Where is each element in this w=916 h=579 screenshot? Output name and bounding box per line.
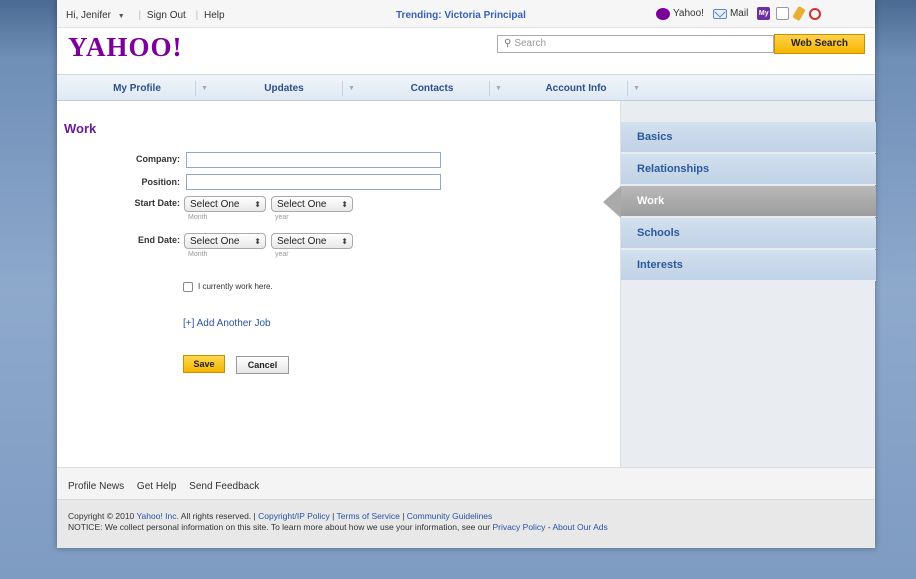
chevron-down-icon[interactable]: ▼ <box>342 81 360 96</box>
tab-updates[interactable]: Updates <box>244 75 324 102</box>
start-year-select[interactable]: Select One ⬍ <box>271 196 353 212</box>
sidebar-item-label: Work <box>637 195 665 207</box>
utility-links: Yahoo! Mail My <box>653 5 824 22</box>
sidebar-item-interests[interactable]: Interests <box>621 250 876 281</box>
year-sublabel: year <box>275 251 289 258</box>
end-date-label: End Date: <box>137 235 180 245</box>
rights-text: All rights reserved. <box>180 511 252 521</box>
sidebar-item-label: Schools <box>637 227 680 239</box>
add-another-job-link[interactable]: [+] Add Another Job <box>183 318 271 329</box>
sidebar-item-label: Interests <box>637 259 683 271</box>
profile-sections-sidebar: Basics Relationships Work Schools Intere… <box>603 101 876 467</box>
end-month-value: Select One <box>190 236 240 247</box>
mail-icon[interactable] <box>712 8 727 19</box>
notice-line: NOTICE: We collect personal information … <box>68 522 608 532</box>
get-help-link[interactable]: Get Help <box>137 481 176 492</box>
sidebar-item-basics[interactable]: Basics <box>621 122 876 153</box>
yahoo-profile-page: Hi, Jenifer ▼ | Sign Out | Help Trending… <box>57 0 876 548</box>
yahoo-home-link[interactable]: Yahoo! <box>673 8 704 19</box>
select-arrow-icon: ⬍ <box>254 200 261 209</box>
company-label: Company: <box>135 154 180 164</box>
position-field[interactable] <box>186 174 441 190</box>
pencil-icon[interactable] <box>792 5 807 22</box>
active-pointer-icon <box>603 186 621 218</box>
company-field[interactable] <box>186 152 441 168</box>
year-sublabel: year <box>275 214 289 221</box>
end-year-value: Select One <box>277 236 327 247</box>
start-month-select[interactable]: Select One ⬍ <box>184 196 266 212</box>
sidebar-item-label: Relationships <box>637 163 710 175</box>
search-input[interactable]: ⚲ Search <box>497 35 774 53</box>
terms-link[interactable]: Terms of Service <box>337 511 400 521</box>
month-sublabel: Month <box>188 214 208 221</box>
page-title: Work <box>64 121 97 136</box>
yahoo-icon[interactable] <box>656 7 670 20</box>
guidelines-link[interactable]: Community Guidelines <box>407 511 493 521</box>
current-job-label: I currently work here. <box>198 282 273 291</box>
sidebar-item-relationships[interactable]: Relationships <box>621 154 876 185</box>
end-month-select[interactable]: Select One ⬍ <box>184 233 266 249</box>
yahoo-inc-link[interactable]: Yahoo! Inc. <box>137 511 179 521</box>
tab-contacts[interactable]: Contacts <box>392 75 472 102</box>
yahoo-logo[interactable]: YAHOO! <box>68 32 183 63</box>
send-feedback-link[interactable]: Send Feedback <box>189 481 259 492</box>
web-search-button[interactable]: Web Search <box>774 34 865 54</box>
tab-my-profile[interactable]: My Profile <box>97 75 177 102</box>
sidebar-item-label: Basics <box>637 131 673 143</box>
profile-nav: My Profile ▼ Updates ▼ Contacts ▼ Accoun… <box>57 74 875 101</box>
about-ads-link[interactable]: About Our Ads <box>552 522 607 532</box>
profile-news-link[interactable]: Profile News <box>68 481 124 492</box>
search-placeholder: Search <box>514 38 547 49</box>
sidebar-item-work[interactable]: Work <box>603 186 876 218</box>
greeting-link[interactable]: Hi, Jenifer ▼ <box>66 10 129 21</box>
privacy-policy-link[interactable]: Privacy Policy <box>492 522 545 532</box>
help-link[interactable]: Help <box>204 10 225 21</box>
chevron-down-icon[interactable]: ▼ <box>627 81 645 96</box>
select-arrow-icon: ⬍ <box>341 200 348 209</box>
position-label: Position: <box>141 177 181 187</box>
settings-icon[interactable] <box>809 7 822 20</box>
mail-link[interactable]: Mail <box>730 8 748 19</box>
user-menu: Hi, Jenifer ▼ | Sign Out | Help <box>66 10 225 21</box>
calendar-icon[interactable] <box>776 7 790 20</box>
chevron-down-icon[interactable]: ▼ <box>489 81 507 96</box>
start-year-value: Select One <box>277 199 327 210</box>
footer-legal: Copyright © 2010 Yahoo! Inc. All rights … <box>57 499 875 548</box>
sign-out-link[interactable]: Sign Out <box>147 10 186 21</box>
utility-bar: Hi, Jenifer ▼ | Sign Out | Help Trending… <box>57 0 875 28</box>
copyright-policy-link[interactable]: Copyright/IP Policy <box>258 511 330 521</box>
sidebar-item-schools[interactable]: Schools <box>621 218 876 249</box>
end-year-select[interactable]: Select One ⬍ <box>271 233 353 249</box>
my-yahoo-icon[interactable]: My <box>757 7 771 20</box>
chevron-down-icon[interactable]: ▼ <box>195 81 213 96</box>
work-form: Work Company: Position: Start Date: Sele… <box>57 101 620 467</box>
start-month-value: Select One <box>190 199 240 210</box>
tab-account-info[interactable]: Account Info <box>531 75 621 102</box>
current-job-checkbox[interactable] <box>183 282 193 292</box>
start-date-label: Start Date: <box>134 198 180 208</box>
select-arrow-icon: ⬍ <box>341 237 348 246</box>
save-button[interactable]: Save <box>183 355 225 373</box>
month-sublabel: Month <box>188 251 208 258</box>
trending-link[interactable]: Trending: Victoria Principal <box>396 10 526 21</box>
footer-links: Profile News Get Help Send Feedback <box>57 467 875 499</box>
chevron-down-icon: ▼ <box>117 13 125 20</box>
copyright-text: Copyright © 2010 <box>68 511 135 521</box>
select-arrow-icon: ⬍ <box>254 237 261 246</box>
search-icon: ⚲ <box>504 38 512 49</box>
copyright-line: Copyright © 2010 Yahoo! Inc. All rights … <box>68 511 493 521</box>
notice-text: NOTICE: We collect personal information … <box>68 522 491 532</box>
cancel-button[interactable]: Cancel <box>236 356 289 374</box>
